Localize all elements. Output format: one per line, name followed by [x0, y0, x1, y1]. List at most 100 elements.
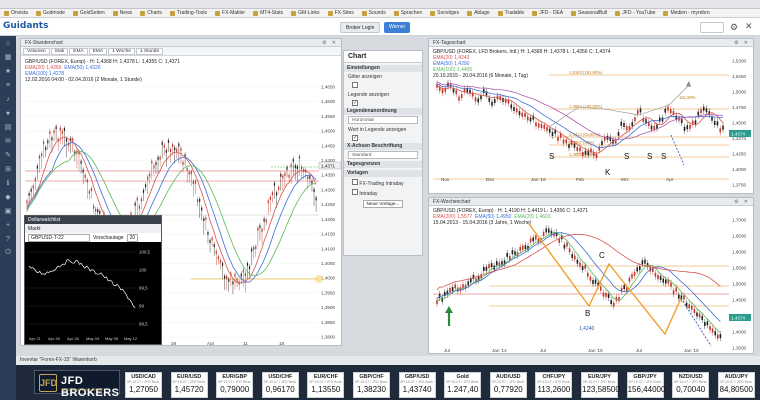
bookmark-item[interactable]: GoldSeiten: [69, 10, 109, 16]
bookmark-item[interactable]: Godmode: [32, 10, 69, 16]
panel-tools-icon[interactable]: ⚙ ✕: [734, 39, 750, 47]
mini-days-input[interactable]: 20: [126, 233, 139, 242]
candle: [546, 126, 548, 131]
candle: [636, 267, 638, 272]
candle: [631, 274, 633, 279]
value-legend-checkbox[interactable]: ✓: [352, 135, 358, 141]
bookmark-item[interactable]: Medien - myrebro: [659, 10, 713, 16]
bookmark-item[interactable]: MT4-Stats: [249, 10, 287, 16]
toolbar-button[interactable]: 1 Stunde: [135, 47, 164, 55]
quote-tile[interactable]: USD/CAD 0P:15.07 / JFD Brok. 1,27050: [125, 372, 162, 398]
plus-icon[interactable]: +: [0, 218, 16, 232]
x-axis-select[interactable]: Standard: [348, 151, 418, 159]
quote-tile[interactable]: GBP/CHF 0P:15.07 / JFD Brok. 1,38230: [353, 372, 390, 398]
mini-symbol-select[interactable]: GBPUSD-T-22: [28, 233, 90, 242]
bookmark-item[interactable]: SeasonalBull: [567, 10, 611, 16]
info-icon[interactable]: ℹ: [0, 176, 16, 190]
mini-days-label: Vorschautage: [93, 234, 124, 241]
bookmark-item[interactable]: Sonstiges: [426, 10, 463, 16]
broker-login-button[interactable]: Broker Login: [340, 22, 381, 33]
bookmark-item[interactable]: Charts: [136, 10, 166, 16]
bell-icon[interactable]: ♪: [0, 92, 16, 106]
bookmark-item[interactable]: JFD - YouTube: [611, 10, 659, 16]
quote-tile[interactable]: EUR/GBP 0P:15.07 / JFD Brok. 0,79000: [216, 372, 254, 398]
quote-tile[interactable]: GBP/USD 0P:15.07 / JFD Brok. 1,43740: [398, 372, 436, 398]
bookmark-item[interactable]: Onvista: [0, 10, 32, 16]
guidants-logo[interactable]: Guidants: [3, 21, 48, 31]
search-field[interactable]: [700, 22, 724, 33]
daily-chart-canvas[interactable]: 1,5300 1,5250 1,5000 1,4750 1,4500 1,4374 1,42…: [429, 47, 754, 194]
bookmark-label: News: [119, 10, 133, 16]
candle: [90, 188, 93, 192]
settings-gear-icon[interactable]: ⚙: [730, 22, 738, 33]
bookmark-item[interactable]: Trading-Tools: [166, 10, 211, 16]
quote-tile[interactable]: NZD/USD 0P:15.07 / JFD Brok. 0,70040: [672, 372, 710, 398]
quote-tile[interactable]: GBP/JPY 0P:15.07 / JFD Brok. 156,44000: [626, 372, 665, 398]
y-tick-label: 1,7000: [732, 218, 746, 223]
legend-layout-label: Legendenanordnung: [344, 108, 422, 115]
star-icon[interactable]: ★: [0, 64, 16, 78]
grid-icon[interactable]: ⊞: [0, 162, 16, 176]
toolbar-button[interactable]: Stak: [50, 47, 69, 55]
price-tag-label: 1,4371: [321, 164, 335, 169]
bookmark-item[interactable]: News: [109, 10, 137, 16]
panel-tools-icon[interactable]: ⚙ ✕: [734, 198, 750, 206]
new-template-button[interactable]: Neue Vorlage...: [363, 200, 403, 208]
chart-icon[interactable]: ▦: [0, 50, 16, 64]
candle: [700, 109, 702, 114]
mini-chart-canvas[interactable]: 100,5 100 99,5 99 98,5 Apr 21 Apr 28 Apr 28 May …: [25, 242, 161, 344]
bookmark-item[interactable]: Ablage: [463, 10, 494, 16]
close-icon[interactable]: ✕: [745, 21, 753, 32]
bookmark-item[interactable]: Sounds: [358, 10, 390, 16]
weekly-chart-canvas[interactable]: 1,7000 1,6500 1,6000 1,5500 1,5000 1,4500 1,43…: [429, 206, 754, 354]
quote-tile[interactable]: AUD/USD 0P:15.07 / JFD Brok. 0,77920: [489, 372, 527, 398]
candle: [199, 198, 201, 202]
toolbar-button[interactable]: Volumen: [23, 47, 50, 55]
quote-tile[interactable]: EUR/CHF 0P:15.07 / JFD Brok. 1,13550: [307, 372, 345, 398]
user-icon[interactable]: ●: [0, 106, 16, 120]
quote-tile[interactable]: Gold 0P:15.07 / JFD Brok. 1.247,40: [444, 372, 482, 398]
bookmark-item[interactable]: FX-Makler: [211, 10, 249, 16]
legend-checkbox[interactable]: ✓: [352, 100, 358, 106]
news-icon[interactable]: ▣: [0, 204, 16, 218]
grid-checkbox[interactable]: [352, 82, 358, 88]
quote-val: 1,13550: [311, 385, 341, 394]
toolbar-button[interactable]: 1 Woche: [108, 47, 135, 55]
quote-tile[interactable]: AUD/JPY 0P:15.07 / JFD Brok. 84,80500: [717, 372, 755, 398]
legend-layout-select[interactable]: Horizontal: [348, 116, 418, 124]
bookmark-item[interactable]: Sprachen: [390, 10, 426, 16]
tools-icon[interactable]: ✎: [0, 148, 16, 162]
panel-tools-icon[interactable]: ⚙ ✕: [322, 39, 338, 47]
bookmark-item[interactable]: Tradable: [494, 10, 529, 16]
candle: [535, 235, 537, 240]
mini-tab[interactable]: Markt: [28, 226, 41, 232]
candle: [574, 255, 576, 260]
quote-tile[interactable]: EUR/JPY 0P:15.07 / JFD Brok. 123,58500: [581, 372, 620, 398]
chat-icon[interactable]: ✉: [0, 134, 16, 148]
toolbar-button[interactable]: EMA: [88, 47, 108, 55]
candle: [584, 150, 587, 155]
quote-tile[interactable]: EUR/USD 0P:15.07 / JFD Brok. 1,45720: [170, 372, 208, 398]
help-icon[interactable]: ?: [0, 232, 16, 246]
bookmark-item[interactable]: JFD - DEA: [528, 10, 567, 16]
home-icon[interactable]: ⌂: [0, 36, 16, 50]
template-fx-intraday[interactable]: FX-Trading Intraday: [344, 177, 422, 187]
pin-icon[interactable]: ◆: [0, 190, 16, 204]
candle: [259, 225, 261, 229]
quote-tile[interactable]: CHF/JPY 0P:15.07 / JFD Brok. 113,2600: [535, 372, 573, 398]
logout-icon[interactable]: ⏻: [0, 246, 16, 260]
bookmark-item[interactable]: GM-Links: [287, 10, 323, 16]
jfd-brokers-logo[interactable]: JFD JFD BROKERS JUST FAIR AND DIRECT: [34, 370, 120, 399]
quote-tile[interactable]: USD/CHF 0P:15.07 / JFD Brok. 0,96170: [261, 372, 299, 398]
calendar-icon[interactable]: ▤: [0, 120, 16, 134]
bookmark-item[interactable]: FX-Sites: [324, 10, 358, 16]
candle: [47, 140, 49, 144]
candle: [594, 279, 597, 284]
user-button[interactable]: Werner: [384, 22, 411, 33]
template-intraday[interactable]: Intraday: [344, 187, 422, 197]
list-icon[interactable]: ≡: [0, 78, 16, 92]
toolbar-button[interactable]: EMA: [69, 47, 88, 55]
day-boundaries-label[interactable]: Tagesgrenzen: [344, 161, 422, 168]
candle: [565, 139, 568, 144]
bookmark-label: FX-Makler: [222, 10, 246, 16]
